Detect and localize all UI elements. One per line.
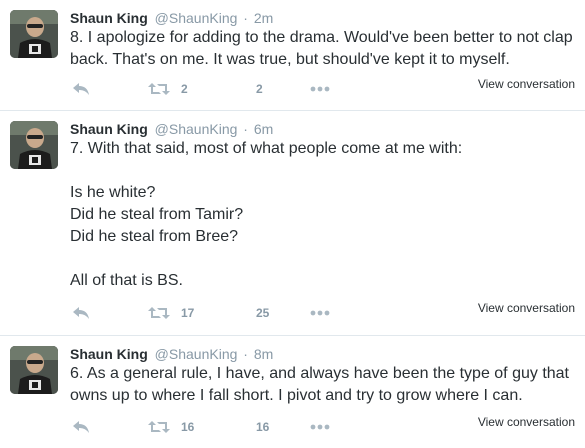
- tweet-text: 7. With that said, most of what people c…: [70, 140, 463, 289]
- fullname[interactable]: Shaun King: [70, 10, 148, 26]
- retweet-icon: [148, 83, 170, 95]
- view-conversation-link[interactable]: View conversation: [478, 300, 575, 316]
- tweet[interactable]: Shaun King @ShaunKing · 6m 7. With that …: [0, 111, 585, 336]
- tweet-header: Shaun King @ShaunKing · 8m: [70, 345, 273, 363]
- favorite-count[interactable]: 25: [256, 305, 269, 321]
- more-dots-icon: [310, 310, 330, 316]
- tweet-actions: 17 25 View conversation: [70, 300, 575, 323]
- separator: ·: [243, 10, 248, 26]
- avatar[interactable]: [10, 10, 58, 58]
- more-dots-icon: [310, 424, 330, 430]
- reply-button[interactable]: [72, 417, 90, 437]
- tweet-actions: 2 2 View conversation: [70, 76, 575, 99]
- favorite-count[interactable]: 16: [256, 419, 269, 435]
- retweet-button[interactable]: [148, 417, 170, 437]
- tweet-text: 8. I apologize for adding to the drama. …: [70, 29, 573, 68]
- avatar-image: [10, 121, 58, 169]
- reply-button[interactable]: [72, 79, 90, 99]
- favorite-count[interactable]: 2: [256, 81, 263, 97]
- tweet-actions: 16 16 View conversation: [70, 414, 575, 437]
- timestamp[interactable]: 6m: [254, 121, 273, 137]
- fullname[interactable]: Shaun King: [70, 346, 148, 362]
- tweet-timeline: Shaun King @ShaunKing · 2m 8. I apologiz…: [0, 0, 585, 448]
- separator: ·: [243, 346, 248, 362]
- more-button[interactable]: [310, 303, 330, 323]
- retweet-button[interactable]: [148, 79, 170, 99]
- view-conversation-link[interactable]: View conversation: [478, 76, 575, 92]
- tweet[interactable]: Shaun King @ShaunKing · 2m 8. I apologiz…: [0, 0, 585, 111]
- more-button[interactable]: [310, 79, 330, 99]
- username[interactable]: @ShaunKing: [155, 346, 238, 362]
- avatar[interactable]: [10, 121, 58, 169]
- retweet-button[interactable]: [148, 303, 170, 323]
- fullname[interactable]: Shaun King: [70, 121, 148, 137]
- more-dots-icon: [310, 86, 330, 92]
- username[interactable]: @ShaunKing: [155, 10, 238, 26]
- retweet-icon: [148, 421, 170, 433]
- retweet-icon: [148, 307, 170, 319]
- more-button[interactable]: [310, 417, 330, 437]
- tweet-header: Shaun King @ShaunKing · 2m: [70, 9, 273, 27]
- retweet-count: 16: [181, 420, 195, 434]
- retweet-count: 2: [181, 82, 188, 96]
- separator: ·: [243, 121, 248, 137]
- reply-button[interactable]: [72, 303, 90, 323]
- tweet-text: 6. As a general rule, I have, and always…: [70, 365, 569, 404]
- avatar[interactable]: [10, 346, 58, 394]
- view-conversation-link[interactable]: View conversation: [478, 414, 575, 430]
- avatar-image: [10, 346, 58, 394]
- timestamp[interactable]: 8m: [254, 346, 273, 362]
- retweet-count: 17: [181, 306, 195, 320]
- avatar-image: [10, 10, 58, 58]
- tweet[interactable]: Shaun King @ShaunKing · 8m 6. As a gener…: [0, 336, 585, 448]
- reply-icon: [73, 307, 89, 319]
- tweet-header: Shaun King @ShaunKing · 6m: [70, 120, 273, 138]
- username[interactable]: @ShaunKing: [155, 121, 238, 137]
- reply-icon: [73, 83, 89, 95]
- timestamp[interactable]: 2m: [254, 10, 273, 26]
- reply-icon: [73, 421, 89, 433]
